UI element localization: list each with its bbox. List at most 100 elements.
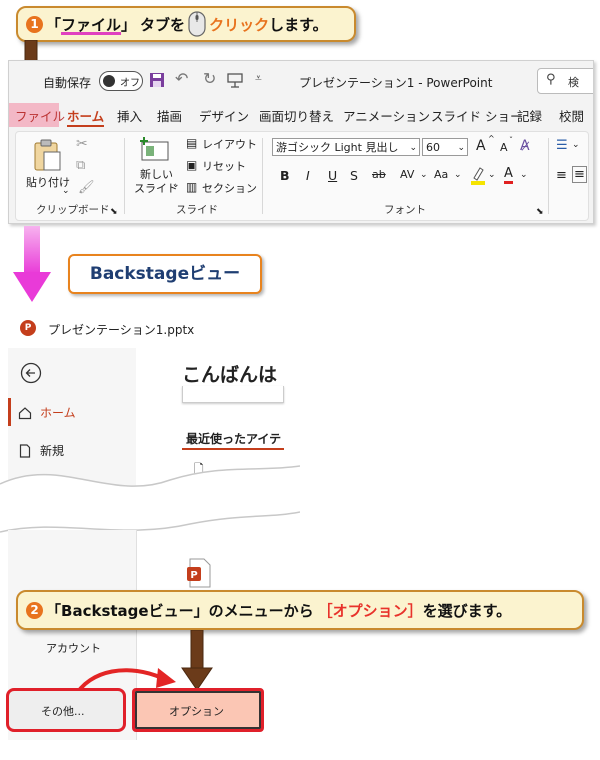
tab-review[interactable]: 校閲 [559,106,584,125]
bold-button[interactable]: B [280,168,290,183]
nav-home[interactable]: ホーム [18,404,76,421]
format-painter-icon[interactable]: 🖌 [78,180,95,195]
nav-home-label: ホーム [40,406,76,420]
layout-button[interactable]: レイアウト [202,136,257,152]
clipboard-launcher-icon[interactable]: ⬊ [110,207,118,217]
redo-icon[interactable]: ↻ [203,69,216,88]
change-case-button[interactable]: Aa [434,168,448,181]
tab-insert[interactable]: 挿入 [117,106,142,125]
font-color-icon[interactable]: A [504,166,513,184]
more-button-label: その他... [41,705,85,718]
layout-icon: ▤ [186,136,198,150]
nav-active-indicator [8,398,11,426]
tab-record[interactable]: 記録 [517,106,542,125]
callout1-text-mid: タブを [140,15,186,34]
search-icon: ⚲ [546,72,556,87]
bullets-icon[interactable]: ☰ [556,138,568,153]
options-button[interactable]: オプション [132,688,264,732]
bracket-open: 「 [46,601,62,620]
autosave-state: オフ [120,78,140,89]
chevron-down-icon: ⌄ [420,170,428,180]
group-separator [124,138,125,214]
callout2-text-mid: のメニューから [208,601,314,620]
tab-animations[interactable]: アニメーション [343,106,430,125]
back-arrow-icon[interactable] [20,362,42,384]
step-number-2: 2 [26,601,43,619]
callout2-text-end: を選びます。 [422,601,512,620]
copy-icon[interactable]: ⧉ [76,158,85,173]
chevron-down-icon: ⌄ [457,143,465,153]
callout1-text-end: します。 [269,15,328,34]
callout2-view-name: Backstageビュー [61,601,194,620]
font-name-select[interactable]: 游ゴシック Light 見出し ⌄ [272,138,420,156]
slides-group-label: スライド [176,204,218,216]
search-box[interactable]: ⚲ 検 [537,68,593,94]
char-spacing-button[interactable]: AV [400,168,414,181]
arrow-down-icon [13,226,51,302]
autosave-label: 自動保存 [43,76,92,90]
pptx-file-icon: P [187,558,211,588]
shrink-font-icon[interactable]: A [500,141,508,154]
grow-font-icon[interactable]: A [476,138,486,154]
callout-step-1: 1 「 ファイル 」 タブを クリック します。 [16,6,356,42]
shadow-button[interactable]: S [350,168,358,183]
tab-home[interactable]: ホーム [67,106,105,127]
font-size-select[interactable]: 60 ⌄ [422,138,468,156]
font-size-value: 60 [426,141,440,154]
tab-design[interactable]: デザイン [199,106,249,125]
arrow-down-icon [181,630,213,691]
present-icon[interactable] [227,72,243,88]
new-slide-dropdown-icon[interactable]: ⌄ [172,180,180,190]
nav-new[interactable]: 新規 [18,442,64,459]
cut-icon[interactable]: ✂ [76,136,88,152]
backstage-label-text: Backstageビュー [89,264,241,284]
paste-dropdown-icon[interactable]: ⌄ [62,186,70,196]
caret-up-icon: ^ [488,134,495,143]
chevron-down-icon: ⌄ [572,140,580,150]
font-launcher-icon[interactable]: ⬊ [536,207,544,217]
caret-down-icon: ˇ [509,136,513,145]
svg-text:P: P [190,570,197,581]
tab-transitions[interactable]: 画面切り替え [259,106,334,125]
highlight-icon[interactable] [470,166,486,186]
clear-format-icon[interactable]: A̷ [520,138,530,154]
paste-icon[interactable] [32,138,62,172]
chevron-down-icon: ⌄ [488,170,496,180]
recent-underline [182,448,284,450]
home-icon [18,406,32,419]
group-separator [548,138,549,214]
section-button[interactable]: セクション [202,180,257,196]
ribbon-home-panel: 貼り付け ⌄ ✂ ⧉ 🖌 クリップボード ⬊ 新しい スライド ⌄ ▤ レイアウ… [15,131,589,221]
tab-file[interactable]: ファイル [15,106,65,125]
italic-button[interactable]: I [306,168,310,183]
group-separator [262,138,263,214]
tab-slideshow[interactable]: スライド ショー [431,106,522,125]
bracket-close: 」 [121,15,137,34]
underline-button[interactable]: U [328,168,337,183]
step-number-1: 1 [26,15,43,33]
backstage-file-name: プレゼンテーション1.pptx [48,323,195,337]
greeting-heading: こんばんは [182,364,278,386]
template-thumbnail [182,386,284,403]
chevron-down-icon: ⌄ [454,170,462,180]
align-center-icon[interactable]: ≡ [572,166,587,183]
nav-account-lower[interactable]: アカウント [46,640,101,656]
bracket-close: 」 [193,601,209,620]
recent-heading: 最近使ったアイテ [186,432,282,446]
more-button[interactable]: その他... [6,688,126,732]
tab-draw[interactable]: 描画 [157,106,182,125]
section-icon: ▥ [186,180,198,194]
strikethrough-button[interactable]: ab [372,168,386,181]
autosave-toggle[interactable]: オフ [99,71,143,91]
align-left-icon[interactable]: ≡ [556,168,567,183]
options-button-label: オプション [169,705,224,718]
backstage-header: P プレゼンテーション1.pptx [8,308,284,348]
nav-new-label: 新規 [40,444,65,458]
save-icon[interactable] [149,72,165,88]
undo-icon[interactable]: ↶ [175,69,188,88]
customize-qat-icon[interactable]: ⩡ [255,71,262,86]
font-name-value: 游ゴシック Light 見出し [276,141,399,154]
reset-button[interactable]: リセット [202,158,246,174]
new-slide-icon[interactable] [140,136,170,162]
chevron-down-icon: ⌄ [409,143,417,153]
